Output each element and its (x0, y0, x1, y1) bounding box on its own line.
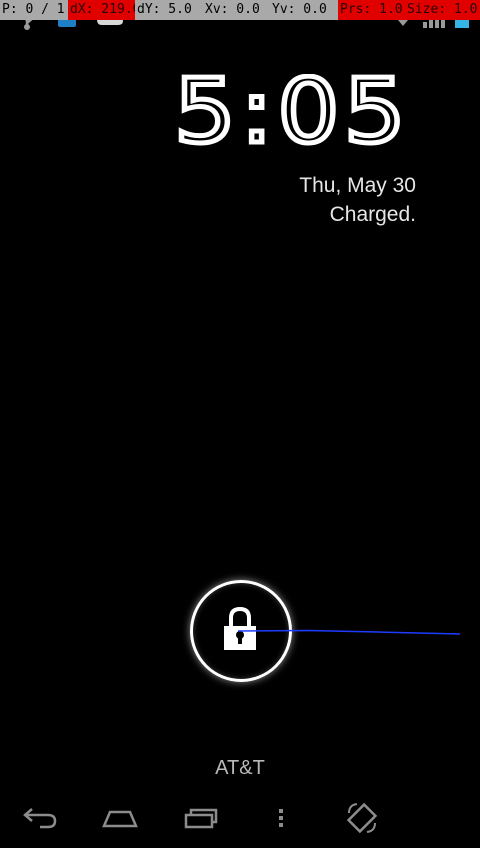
pointer-delta-y: dY: 5.0 (135, 0, 203, 20)
charging-status: Charged. (329, 203, 416, 226)
back-button[interactable] (18, 798, 62, 838)
touch-trace-line (238, 629, 461, 635)
menu-icon (279, 809, 283, 827)
home-icon (102, 810, 138, 828)
clock-digits: 5:05 (172, 58, 410, 166)
lockscreen-date: Thu, May 30 (299, 174, 416, 197)
lockscreen-clock: 5:05 (172, 58, 414, 166)
rotate-icon (346, 802, 378, 834)
rotate-button[interactable] (340, 798, 384, 838)
pointer-velocity-x: Xv: 0.0 (203, 0, 270, 20)
carrier-label: AT&T (215, 757, 265, 779)
back-icon (23, 808, 57, 829)
recents-icon (184, 808, 218, 829)
pointer-count: P: 0 / 1 (0, 0, 68, 20)
clock-time: 5:05 (174, 74, 410, 146)
menu-button[interactable] (266, 798, 296, 838)
home-button[interactable] (98, 798, 142, 838)
pointer-pressure: Prs: 1.0 (338, 0, 405, 20)
recents-button[interactable] (178, 798, 222, 838)
pointer-delta-x: dX: 219.0 (68, 0, 135, 20)
pointer-velocity-y: Yv: 0.0 (270, 0, 338, 20)
navigation-bar (0, 792, 480, 848)
pointer-debug-overlay: P: 0 / 1 dX: 219.0 dY: 5.0 Xv: 0.0 Yv: 0… (0, 0, 480, 20)
pointer-size: Size: 1.0 (405, 0, 480, 20)
